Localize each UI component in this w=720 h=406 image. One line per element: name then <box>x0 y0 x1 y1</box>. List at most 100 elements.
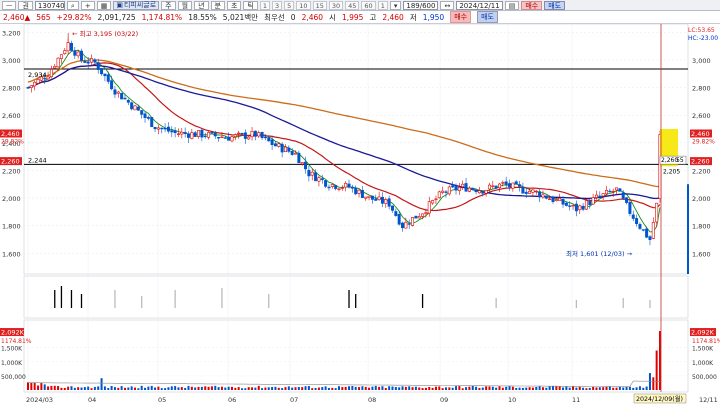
candle-body <box>401 222 405 229</box>
volume-bar <box>297 386 300 390</box>
period-toggle-button[interactable]: ᅳ <box>2 0 17 10</box>
candle-body <box>518 184 522 187</box>
volume-bar <box>154 387 157 390</box>
tab-month[interactable]: 월 <box>177 0 193 10</box>
candle-body <box>190 132 194 139</box>
volume-tick-left: 500,000 <box>1 374 26 381</box>
volume-bar <box>378 386 381 390</box>
chart-area[interactable]: 3,200 3,000 2,800 2,600 2,400 2,200 2,000 1,800… <box>0 23 720 404</box>
left-ref-tag: 2,260 <box>1 158 20 166</box>
price-tick-right: 2,600 <box>692 112 711 120</box>
candle-body <box>320 178 324 181</box>
candle-body <box>150 117 154 128</box>
candle-body <box>33 81 37 87</box>
candle-body <box>364 196 368 199</box>
low-label: 저 <box>409 12 417 22</box>
volume-value: 2,091,725 <box>97 12 136 22</box>
search-icon[interactable]: ⌕ <box>66 0 79 10</box>
volume-bar <box>274 386 277 390</box>
volume-bar <box>87 386 90 390</box>
interval-45[interactable]: 45 <box>345 0 360 10</box>
stock-code-input[interactable]: 130740 <box>34 0 65 10</box>
price-tick-right: 2,000 <box>692 195 711 203</box>
candle-body <box>344 182 348 188</box>
candle-body <box>140 110 144 115</box>
market-select[interactable]: 권 <box>18 0 33 10</box>
zoom-icon[interactable]: ↔ <box>440 0 455 10</box>
volume-bar <box>264 387 267 390</box>
volume-bar <box>317 387 320 390</box>
volume-bar <box>117 387 120 390</box>
volume-bar <box>30 382 33 390</box>
volume-bar <box>130 386 133 390</box>
candle-body <box>314 172 318 182</box>
volume-bar <box>551 385 554 390</box>
volume-bar <box>451 387 454 390</box>
x-tick-label: 09 <box>440 396 448 404</box>
volume-bar <box>575 387 578 390</box>
interval-10[interactable]: 10 <box>296 0 311 10</box>
volume-bar <box>144 387 147 390</box>
x-tick-label: 05 <box>158 396 166 404</box>
tab-minute[interactable]: 분 <box>210 0 225 10</box>
interval-3[interactable]: 3 <box>272 0 283 10</box>
bar-count-field[interactable]: 189/600 <box>403 0 439 10</box>
volume-bar <box>562 387 565 390</box>
toolbar-sell-button[interactable]: 매도 <box>544 0 566 10</box>
price-pane <box>23 23 689 275</box>
interval-15[interactable]: 15 <box>312 0 327 10</box>
low-annotation: 최저 1,601 (12/03) → <box>566 249 633 258</box>
interval-60[interactable]: 60 <box>361 0 376 10</box>
volume-bar <box>73 387 76 390</box>
volume-bar <box>177 387 180 390</box>
date-field[interactable]: 2024/12/11 <box>456 0 503 10</box>
candle-body <box>307 169 311 177</box>
interval-1[interactable]: 1 <box>259 0 271 10</box>
candle-body <box>96 62 100 70</box>
buy-button[interactable]: 매수 <box>450 11 472 23</box>
volume-bar <box>337 386 340 390</box>
volume-bar <box>324 386 327 390</box>
volume-bar <box>431 387 434 390</box>
volume-bar <box>63 387 66 390</box>
chart-icon[interactable]: ▦ <box>96 0 112 10</box>
calendar-icon[interactable]: ▤ <box>504 0 520 10</box>
toolbar: ᅳ 권 130740 ⌕ + ▦ ▣ 티피씨글로 주 월 년 분 초 틱 1 3 … <box>0 0 720 11</box>
candle-body <box>578 205 582 211</box>
candle-body <box>404 221 408 229</box>
tab-week[interactable]: 주 <box>161 0 176 10</box>
candle-body <box>454 186 458 191</box>
trade-amount: 5,021백만 <box>222 12 259 22</box>
tab-tick[interactable]: 틱 <box>243 0 258 10</box>
candle-body <box>187 133 191 138</box>
candle-body <box>267 137 271 142</box>
chevron-down-icon[interactable]: ▾ <box>389 0 402 10</box>
volume-bar <box>80 387 83 390</box>
volume-bar <box>227 386 230 390</box>
volume-bar <box>511 386 514 390</box>
volume-bar <box>635 387 638 390</box>
interval-30[interactable]: 30 <box>328 0 344 10</box>
tab-year[interactable]: 년 <box>194 0 209 10</box>
volume-bar <box>134 387 137 390</box>
toolbar-buy-button[interactable]: 매수 <box>521 0 543 10</box>
candle-body <box>176 133 180 135</box>
volume-bar <box>505 386 508 390</box>
stock-name-field[interactable]: ▣ 티피씨글로 <box>113 0 160 10</box>
volume-tick-left: 1,500K <box>1 346 23 353</box>
tab-second[interactable]: 초 <box>226 0 242 10</box>
volume-bar <box>438 386 441 390</box>
plus-icon[interactable]: + <box>80 0 95 10</box>
volume-bar <box>294 387 297 390</box>
volume-bar <box>37 385 40 390</box>
candle-body <box>601 193 605 197</box>
price-chart[interactable]: 3,2003,0002,8002,6002,4002,2002,0001,800… <box>0 23 720 404</box>
volume-bar <box>277 387 280 390</box>
candle-body <box>594 194 598 198</box>
sell-button[interactable]: 매도 <box>477 11 498 23</box>
interval-custom[interactable]: 1 <box>377 0 388 10</box>
candle-body <box>290 151 294 155</box>
volume-bar <box>33 382 36 390</box>
interval-5[interactable]: 5 <box>284 0 295 10</box>
candle-body <box>588 200 592 205</box>
